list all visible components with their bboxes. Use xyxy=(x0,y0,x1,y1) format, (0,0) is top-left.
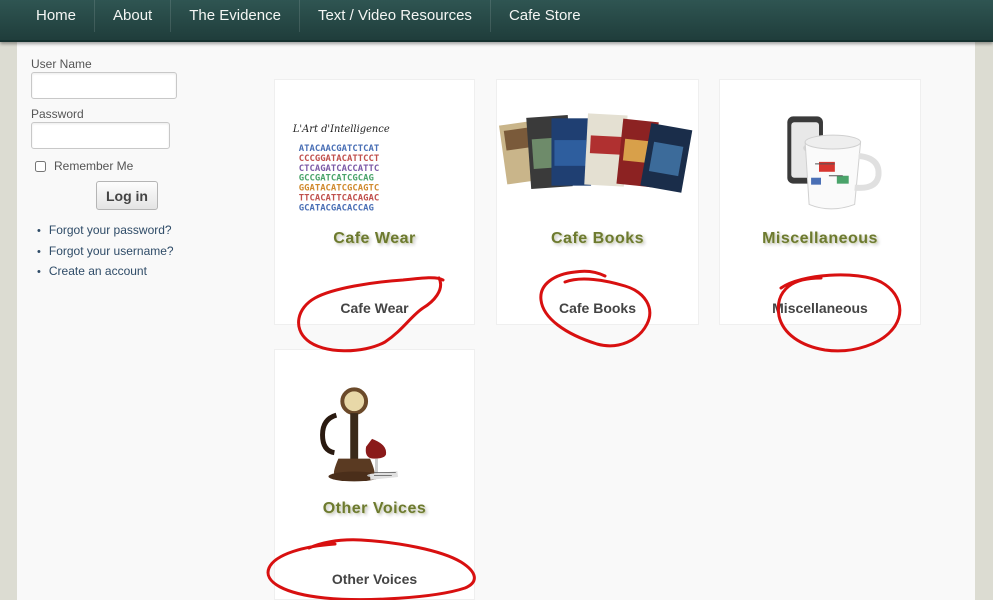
svg-text:TTCACATTCACAGAC: TTCACATTCACAGAC xyxy=(299,193,379,203)
dna-art-title: L'Art d'Intelligence xyxy=(292,124,390,135)
svg-text:CTCAGATCACCATTC: CTCAGATCACCATTC xyxy=(299,164,379,174)
username-label: User Name xyxy=(31,57,92,71)
card-caption: Cafe Books xyxy=(550,230,645,247)
category-card-miscellaneous[interactable]: Miscellaneous Miscellaneous xyxy=(719,79,921,325)
dna-art-image: L'Art d'Intelligence ATACAACGATCTCAT CCC… xyxy=(292,124,390,213)
login-button[interactable]: Log in xyxy=(96,181,158,210)
card-link-miscellaneous[interactable]: Miscellaneous xyxy=(720,300,920,316)
nav-item-the-evidence[interactable]: The Evidence xyxy=(171,0,300,32)
svg-text:CCCGGATACATTCCT: CCCGGATACATTCCT xyxy=(299,154,379,164)
candlestick-phone-image xyxy=(320,387,399,482)
svg-text:ATACAACGATCTCAT: ATACAACGATCTCAT xyxy=(299,144,379,154)
card-caption: Other Voices xyxy=(322,500,427,517)
remember-me-checkbox[interactable] xyxy=(35,160,46,172)
card-caption: Miscellaneous xyxy=(762,230,878,247)
nav-item-home[interactable]: Home xyxy=(18,0,96,32)
nav-item-cafe-store[interactable]: Cafe Store xyxy=(491,0,599,32)
forgot-username-link[interactable]: Forgot your username? xyxy=(37,242,174,263)
remember-me-label: Remember Me xyxy=(54,159,134,173)
card-link-cafe-wear[interactable]: Cafe Wear xyxy=(275,300,474,316)
login-links: Forgot your password? Forgot your userna… xyxy=(37,221,174,283)
nav-item-text-video-resources[interactable]: Text / Video Resources xyxy=(300,0,491,32)
category-card-cafe-books[interactable]: Cafe Books Cafe Books xyxy=(496,79,699,325)
nav-item-about[interactable]: About xyxy=(95,0,172,32)
main-navbar: Home About The Evidence Text / Video Res… xyxy=(0,0,993,42)
mug-and-phone-image xyxy=(787,116,882,210)
svg-text:GCCGATCATCGCAG: GCCGATCATCGCAG xyxy=(299,174,374,184)
password-label: Password xyxy=(31,107,84,121)
dna-sequence-text: ATACAACGATCTCAT CCCGGATACATTCCT CTCAGATC… xyxy=(299,144,379,213)
username-input[interactable] xyxy=(31,72,177,99)
remember-me[interactable]: Remember Me xyxy=(35,159,133,173)
category-card-cafe-wear[interactable]: L'Art d'Intelligence ATACAACGATCTCAT CCC… xyxy=(274,79,475,325)
category-card-other-voices[interactable]: Other Voices Other Voices xyxy=(274,349,475,600)
card-link-cafe-books[interactable]: Cafe Books xyxy=(497,300,698,316)
book-stack-image xyxy=(499,113,693,193)
card-caption: Cafe Wear xyxy=(333,230,416,247)
card-link-other-voices[interactable]: Other Voices xyxy=(275,571,474,587)
password-input[interactable] xyxy=(31,122,170,149)
svg-text:GCATACGACACCAG: GCATACGACACCAG xyxy=(299,203,374,213)
forgot-password-link[interactable]: Forgot your password? xyxy=(37,221,174,242)
main-content: User Name Password Remember Me Log in Fo… xyxy=(17,42,975,600)
nav-menu: Home About The Evidence Text / Video Res… xyxy=(0,0,993,32)
create-account-link[interactable]: Create an account xyxy=(37,262,174,283)
svg-text:GGATACATCGCAGTC: GGATACATCGCAGTC xyxy=(299,184,379,194)
